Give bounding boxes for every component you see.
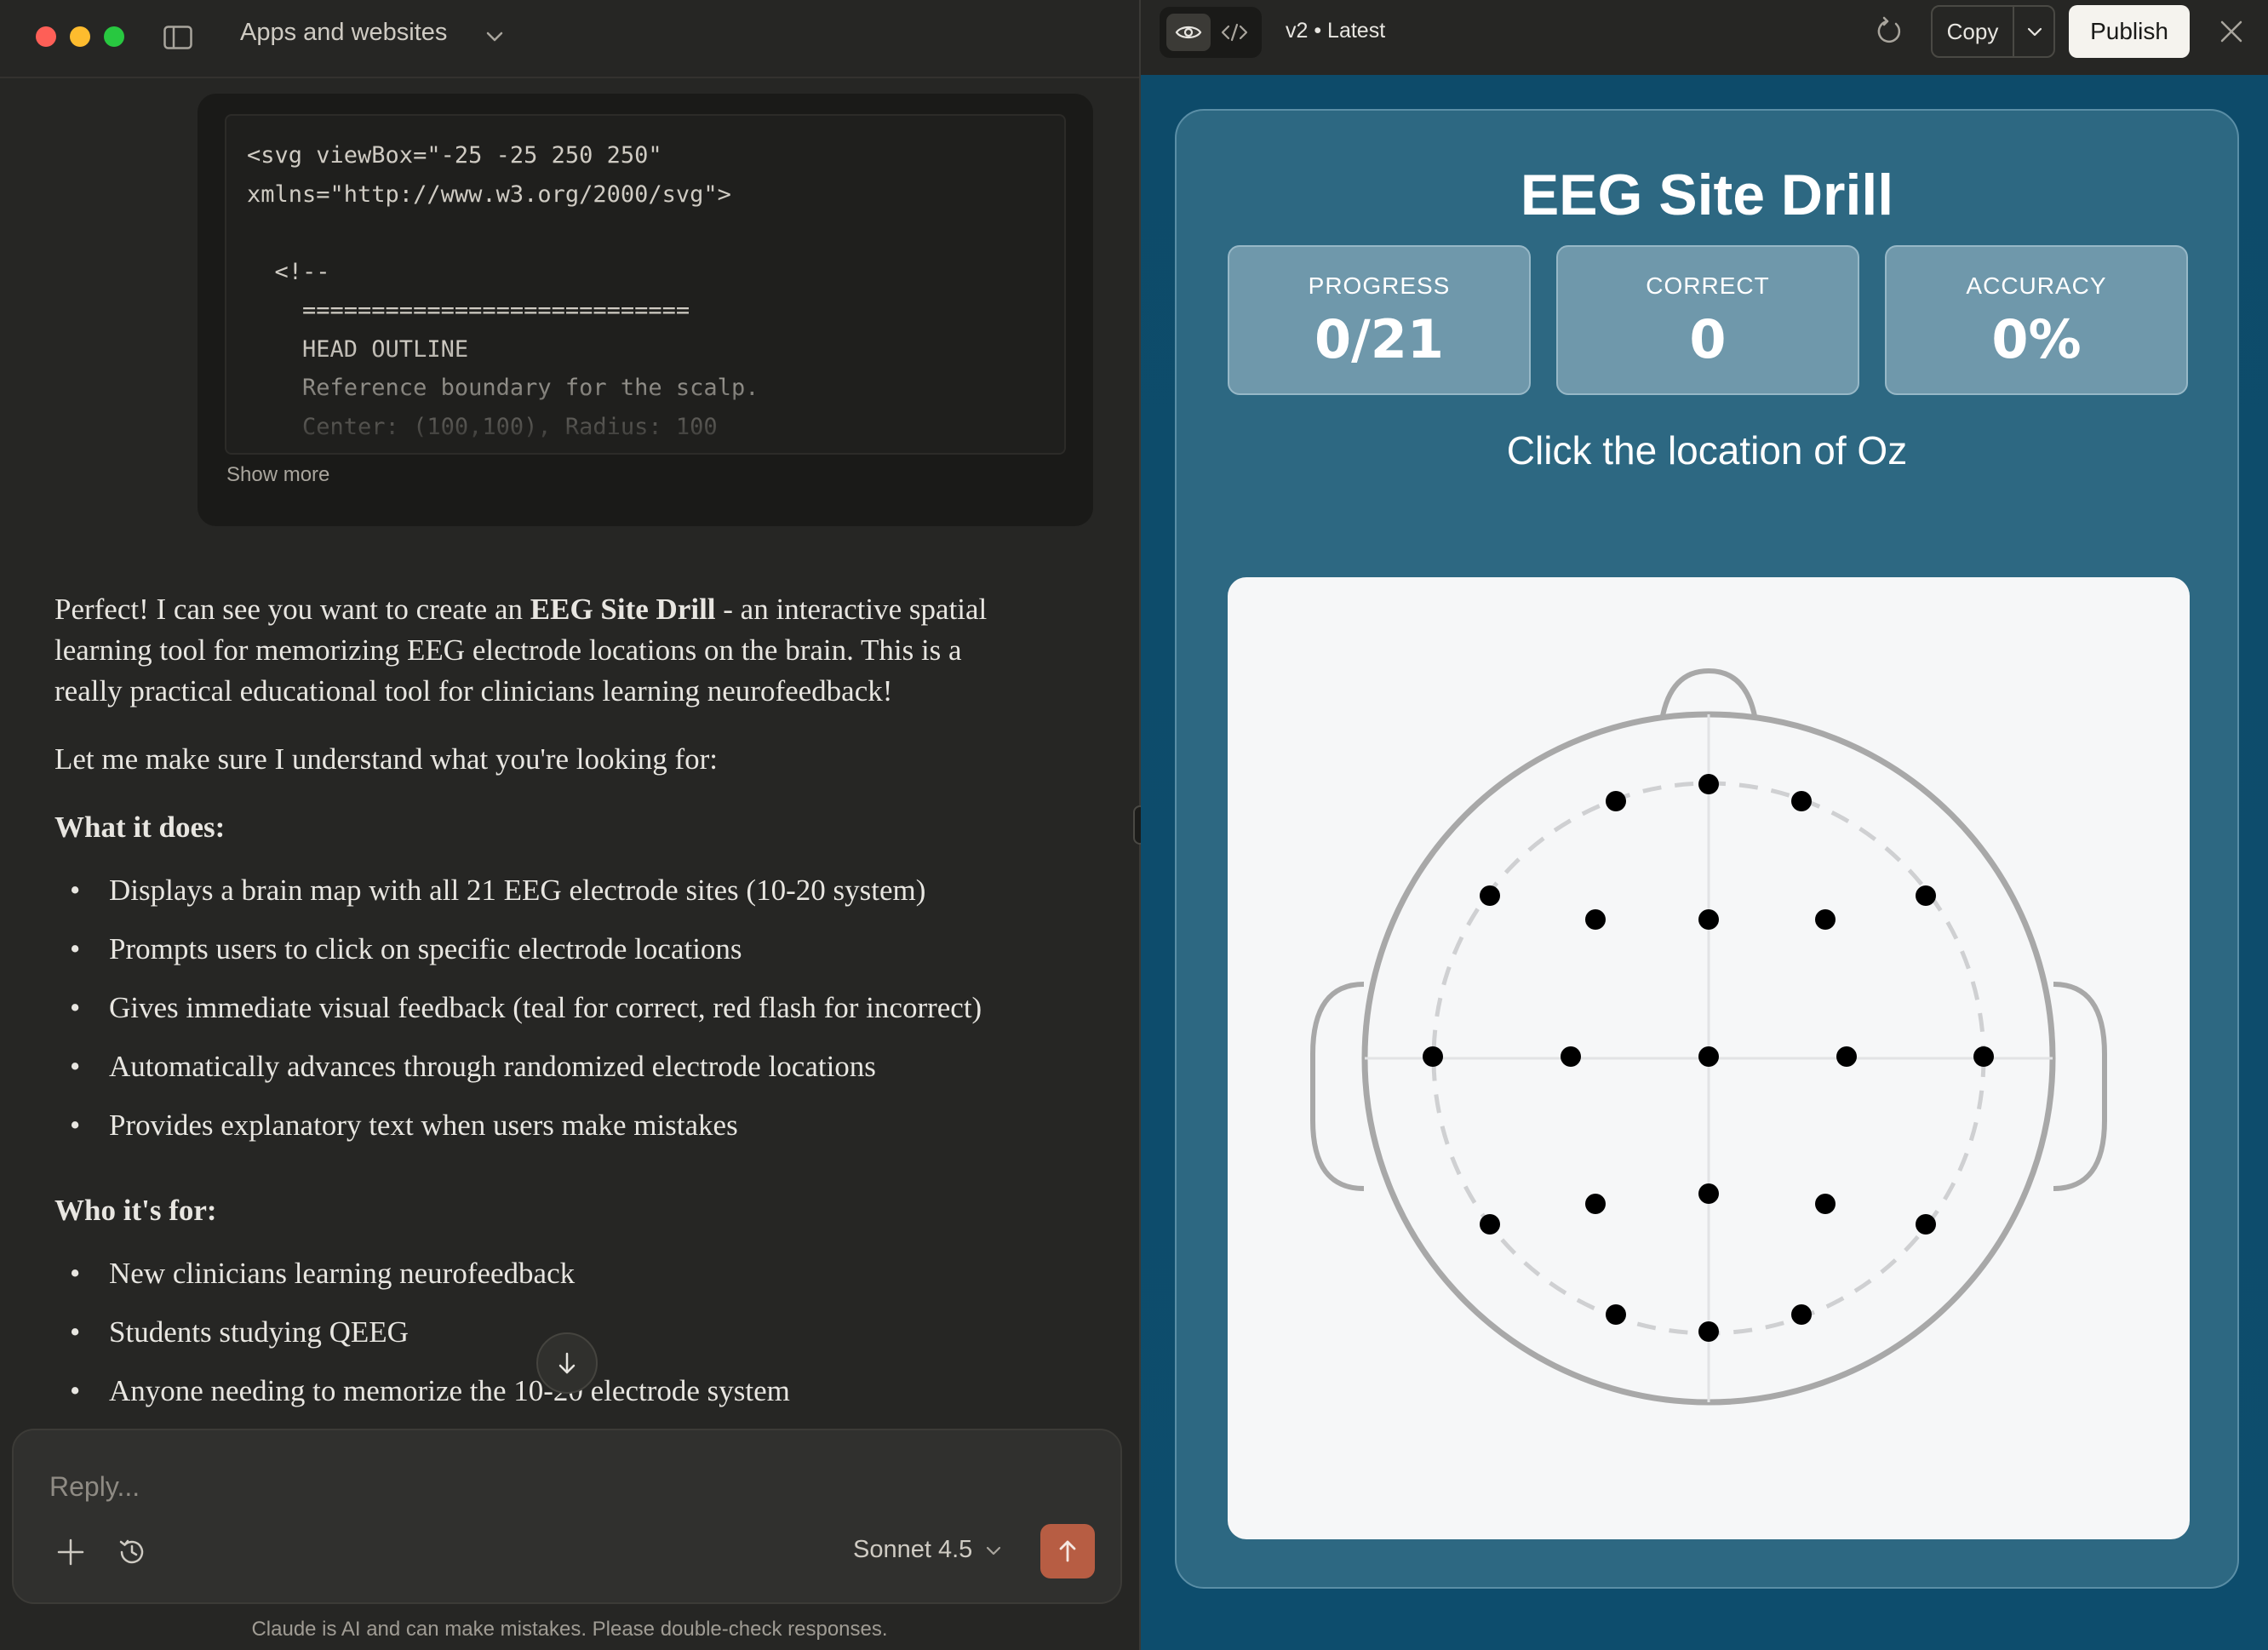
- model-name: Sonnet 4.5: [853, 1536, 973, 1563]
- right-ear-shape: [2053, 982, 2107, 1191]
- project-title[interactable]: Apps and websites: [240, 19, 447, 47]
- code-fade-overlay: [226, 342, 1064, 453]
- close-icon[interactable]: [2219, 19, 2244, 44]
- left-ear-shape: [1310, 982, 1365, 1191]
- assistant-message: Perfect! I can see you want to create an…: [54, 589, 1034, 1456]
- composer: Sonnet 4.5: [12, 1429, 1122, 1604]
- electrode-site[interactable]: [1606, 791, 1626, 811]
- what-heading: What it does:: [54, 811, 226, 844]
- version-label[interactable]: v2 • Latest: [1286, 19, 1385, 43]
- reply-input[interactable]: [49, 1471, 986, 1503]
- history-icon[interactable]: [116, 1536, 148, 1568]
- arrow-down-icon: [558, 1352, 576, 1374]
- list-item: Automatically advances through randomize…: [54, 1046, 1034, 1087]
- electrode-site[interactable]: [1585, 909, 1606, 930]
- copy-button-group: Copy: [1931, 5, 2055, 58]
- electrode-site[interactable]: [1423, 1046, 1443, 1067]
- what-list: Displays a brain map with all 21 EEG ele…: [54, 870, 1034, 1146]
- electrode-site[interactable]: [1698, 774, 1719, 794]
- electrode-site[interactable]: [1561, 1046, 1581, 1067]
- list-item: Provides explanatory text when users mak…: [54, 1105, 1034, 1146]
- chevron-down-icon[interactable]: [484, 26, 506, 48]
- scroll-to-bottom-button[interactable]: [536, 1332, 598, 1394]
- stat-label: ACCURACY: [1966, 272, 2107, 299]
- code-icon: [1221, 23, 1248, 42]
- electrode-site[interactable]: [1791, 1304, 1812, 1325]
- electrode-site[interactable]: [1916, 1214, 1936, 1235]
- show-more-button[interactable]: Show more: [226, 463, 329, 487]
- publish-button[interactable]: Publish: [2069, 5, 2190, 58]
- window-zoom-button[interactable]: [104, 26, 124, 47]
- electrode-site[interactable]: [1606, 1304, 1626, 1325]
- electrode-site[interactable]: [1698, 1046, 1719, 1067]
- window-minimize-button[interactable]: [70, 26, 90, 47]
- message-intro: Perfect! I can see you want to create an…: [54, 589, 1034, 712]
- list-item: New clinicians learning neurofeedback: [54, 1253, 1034, 1294]
- electrode-site[interactable]: [1836, 1046, 1857, 1067]
- stat-value: 0/21: [1314, 308, 1445, 370]
- preview-toggle-button[interactable]: [1166, 14, 1211, 51]
- electrode-site[interactable]: [1815, 1194, 1836, 1214]
- electrode-site[interactable]: [1916, 885, 1936, 906]
- brain-map-panel: [1228, 577, 2190, 1539]
- code-attachment-card: <svg viewBox="-25 -25 250 250" xmlns="ht…: [198, 94, 1093, 526]
- disclaimer: Claude is AI and can make mistakes. Plea…: [251, 1618, 888, 1641]
- head-map: [1310, 667, 2107, 1406]
- copy-button[interactable]: Copy: [1933, 7, 2014, 56]
- view-toggle: [1160, 7, 1262, 58]
- intro-text: Perfect! I can see you want to create an: [54, 593, 530, 626]
- stat-progress: PROGRESS 0/21: [1228, 245, 1531, 395]
- who-list: New clinicians learning neurofeedback St…: [54, 1253, 1034, 1412]
- electrode-site[interactable]: [1480, 1214, 1500, 1235]
- message-understand: Let me make sure I understand what you'r…: [54, 742, 718, 776]
- app-title: EEG Site Drill: [1520, 163, 1894, 227]
- stat-value: 0: [1689, 308, 1727, 370]
- who-heading: Who it's for:: [54, 1194, 217, 1227]
- chat-header: Apps and websites: [0, 0, 1139, 78]
- stat-label: PROGRESS: [1308, 272, 1451, 299]
- question-prompt: Click the location of Oz: [1506, 428, 1908, 473]
- electrode-site[interactable]: [1698, 909, 1719, 930]
- code-toggle-button[interactable]: [1212, 14, 1257, 51]
- refresh-icon[interactable]: [1871, 15, 1904, 48]
- sidebar-toggle-icon[interactable]: [163, 26, 192, 49]
- electrode-site[interactable]: [1698, 1183, 1719, 1204]
- stat-label: CORRECT: [1646, 272, 1770, 299]
- send-button[interactable]: [1040, 1524, 1095, 1578]
- electrode-site[interactable]: [1791, 791, 1812, 811]
- chat-pane: Apps and websites <svg viewBox="-25 -25 …: [0, 0, 1139, 1650]
- electrode-site[interactable]: [1585, 1194, 1606, 1214]
- list-item: Gives immediate visual feedback (teal fo…: [54, 988, 1034, 1028]
- code-preview: <svg viewBox="-25 -25 250 250" xmlns="ht…: [225, 114, 1066, 455]
- plus-icon[interactable]: [56, 1538, 85, 1567]
- chevron-down-icon: [2027, 27, 2042, 37]
- artifact-pane: v2 • Latest Copy Publish EEG Site Drill …: [1141, 0, 2268, 1650]
- list-item: Displays a brain map with all 21 EEG ele…: [54, 870, 1034, 911]
- list-item: Prompts users to click on specific elect…: [54, 929, 1034, 970]
- eeg-app-card: EEG Site Drill PROGRESS 0/21 CORRECT 0 A…: [1175, 109, 2239, 1589]
- stat-correct: CORRECT 0: [1556, 245, 1859, 395]
- stat-value: 0%: [1991, 308, 2082, 370]
- artifact-toolbar: v2 • Latest Copy Publish: [1141, 0, 2268, 75]
- eye-icon: [1175, 26, 1202, 39]
- intro-bold-text: EEG Site Drill: [530, 593, 716, 626]
- model-selector[interactable]: Sonnet 4.5: [853, 1536, 1003, 1564]
- arrow-up-icon: [1059, 1540, 1076, 1562]
- stat-accuracy: ACCURACY 0%: [1885, 245, 2188, 395]
- copy-options-button[interactable]: [2014, 7, 2055, 56]
- window-close-button[interactable]: [36, 26, 56, 47]
- electrode-site[interactable]: [1815, 909, 1836, 930]
- electrode-site[interactable]: [1698, 1321, 1719, 1342]
- electrode-site[interactable]: [1973, 1046, 1994, 1067]
- electrode-site[interactable]: [1480, 885, 1500, 906]
- chevron-down-icon: [987, 1546, 1001, 1555]
